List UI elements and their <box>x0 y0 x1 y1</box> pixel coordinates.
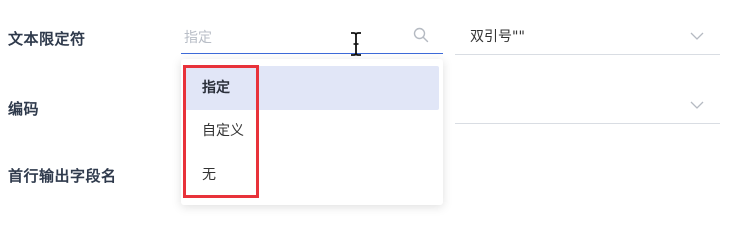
text-qualifier-input[interactable]: 指定 <box>181 17 443 54</box>
text-qualifier-label: 文本限定符 <box>8 30 86 48</box>
quote-type-select[interactable]: 双引号"" <box>455 17 720 55</box>
text-cursor-icon <box>351 32 361 56</box>
quote-type-value: 双引号"" <box>470 29 525 45</box>
dropdown-option-custom[interactable]: 自定义 <box>185 109 439 153</box>
search-icon <box>413 27 429 43</box>
text-qualifier-placeholder: 指定 <box>184 30 212 46</box>
chevron-down-icon <box>690 101 704 109</box>
chevron-down-icon <box>690 32 704 40</box>
text-qualifier-dropdown: 指定 自定义 无 <box>181 59 443 205</box>
encoding-label: 编码 <box>8 100 40 118</box>
header-row-label: 首行输出字段名 <box>8 167 117 185</box>
encoding-select[interactable] <box>455 86 720 124</box>
dropdown-option-specified[interactable]: 指定 <box>185 66 439 110</box>
dropdown-option-none[interactable]: 无 <box>185 153 439 197</box>
